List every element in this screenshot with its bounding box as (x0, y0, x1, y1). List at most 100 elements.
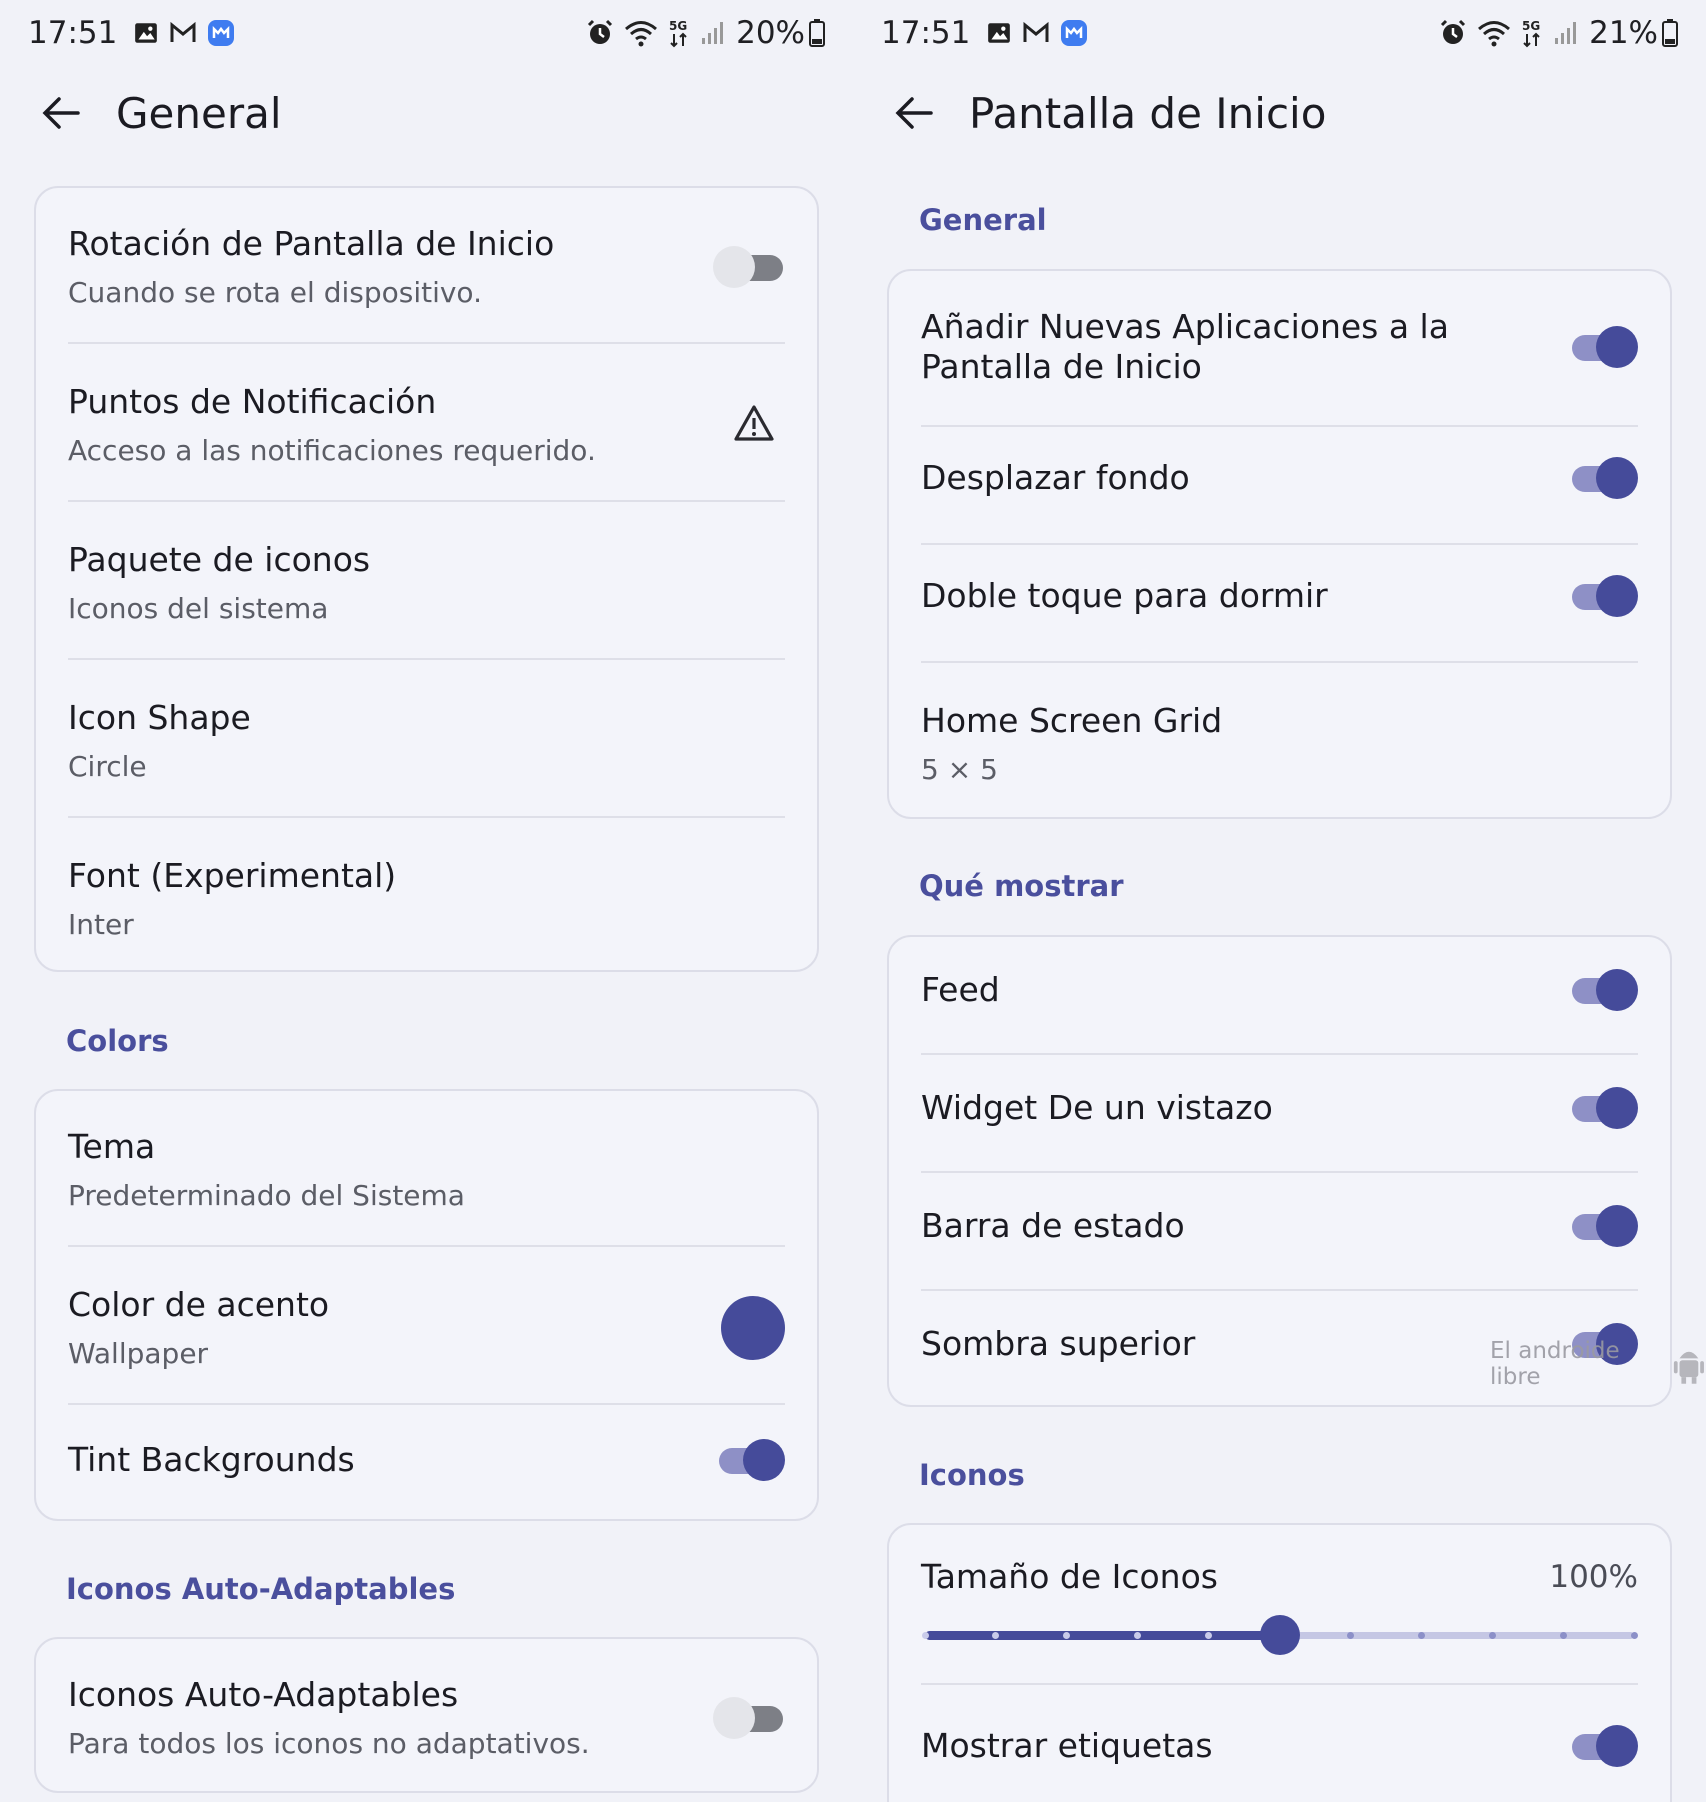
slider-thumb[interactable] (1259, 1615, 1300, 1655)
status-time: 17:51 (881, 15, 971, 51)
messenger-icon (207, 19, 235, 47)
setting-icon-size: Tamaño de Iconos 100% (921, 1557, 1638, 1597)
signal-icon (700, 20, 726, 46)
setting-title: Mostrar etiquetas (921, 1725, 1213, 1765)
home-rotation-switch[interactable] (713, 244, 785, 290)
section-title-what-to-show: Qué mostrar (919, 869, 1124, 903)
divider (921, 425, 1638, 427)
setting-tint-backgrounds[interactable]: Tint Backgrounds (68, 1437, 785, 1483)
arrow-left-icon (42, 97, 80, 129)
android-mascot-icon (1674, 1351, 1705, 1384)
setting-subtitle: Acceso a las notificaciones requerido. (68, 434, 596, 468)
divider (921, 1053, 1638, 1055)
status-bar-switch[interactable] (1566, 1203, 1638, 1249)
warning-icon (733, 404, 775, 446)
setting-title: Tema (68, 1127, 156, 1166)
glance-widget-switch[interactable] (1566, 1085, 1638, 1131)
slider-tick (1559, 1632, 1567, 1639)
show-labels-switch[interactable] (1566, 1723, 1638, 1769)
setting-theme[interactable]: Tema Predeterminado del Sistema (68, 1127, 785, 1212)
double-tap-sleep-switch[interactable] (1566, 573, 1638, 619)
setting-subtitle: Predeterminado del Sistema (68, 1179, 465, 1213)
setting-subtitle: Para todos los iconos no adaptativos. (68, 1727, 590, 1761)
alarm-icon (586, 19, 614, 47)
auto-adaptive-switch[interactable] (713, 1695, 785, 1741)
divider (68, 816, 785, 818)
setting-feed[interactable]: Feed (921, 967, 1638, 1013)
slider-tick (1630, 1632, 1638, 1639)
slider-tick (1488, 1632, 1496, 1639)
setting-home-grid[interactable]: Home Screen Grid 5 × 5 (921, 701, 1638, 786)
home-general-card: Añadir Nuevas Aplicaciones a la Pantalla… (887, 269, 1672, 819)
setting-scroll-wallpaper[interactable]: Desplazar fondo (921, 455, 1638, 501)
gallery-icon (133, 20, 159, 46)
setting-title-line2: Pantalla de Inicio (921, 347, 1202, 387)
setting-title: Doble toque para dormir (921, 575, 1328, 615)
slider-tick (1346, 1632, 1354, 1639)
svg-text:5G: 5G (1522, 19, 1540, 33)
page-title: Pantalla de Inicio (969, 88, 1327, 138)
slider-tick (1417, 1632, 1425, 1639)
tint-backgrounds-switch[interactable] (713, 1437, 785, 1483)
divider (921, 1171, 1638, 1173)
setting-double-tap-sleep[interactable]: Doble toque para dormir (921, 573, 1638, 619)
battery-icon (809, 19, 825, 47)
setting-title: Barra de estado (921, 1205, 1185, 1245)
5g-icon: 5G (1521, 18, 1543, 48)
setting-title: Iconos Auto-Adaptables (68, 1675, 459, 1714)
setting-title: Home Screen Grid (921, 701, 1223, 740)
divider (921, 543, 1638, 545)
gallery-icon (986, 20, 1012, 46)
slider-tick (921, 1632, 929, 1639)
arrow-left-icon (895, 97, 933, 129)
divider (68, 658, 785, 660)
alarm-icon (1439, 19, 1467, 47)
wifi-icon (624, 19, 658, 47)
signal-icon (1553, 20, 1579, 46)
divider (68, 342, 785, 344)
status-bar: 17:51 5G 20% (28, 10, 825, 56)
setting-title-line1: Añadir Nuevas Aplicaciones a la (921, 307, 1449, 346)
setting-subtitle: Circle (68, 750, 147, 784)
svg-text:5G: 5G (669, 19, 687, 33)
setting-status-bar[interactable]: Barra de estado (921, 1203, 1638, 1249)
gmail-icon (1022, 21, 1050, 45)
divider (921, 1289, 1638, 1291)
divider (921, 661, 1638, 663)
battery-percent: 20% (736, 15, 805, 51)
setting-notification-dots[interactable]: Puntos de Notificación Acceso a las noti… (68, 382, 785, 467)
setting-title: Feed (921, 969, 1000, 1009)
setting-font[interactable]: Font (Experimental) Inter (68, 856, 785, 941)
back-button[interactable] (36, 88, 86, 138)
section-title-colors: Colors (66, 1024, 169, 1058)
adaptive-icons-card: Iconos Auto-Adaptables Para todos los ic… (34, 1637, 819, 1793)
add-new-apps-switch[interactable] (1566, 324, 1638, 370)
setting-auto-adaptive-icons[interactable]: Iconos Auto-Adaptables Para todos los ic… (68, 1675, 785, 1760)
setting-title: Puntos de Notificación (68, 382, 437, 421)
setting-add-new-apps[interactable]: Añadir Nuevas Aplicaciones a la Pantalla… (921, 307, 1638, 388)
setting-show-labels[interactable]: Mostrar etiquetas (921, 1723, 1638, 1769)
status-time: 17:51 (28, 15, 118, 51)
setting-title: Tamaño de Iconos (921, 1557, 1218, 1596)
battery-icon (1662, 19, 1678, 47)
app-bar: Pantalla de Inicio (889, 78, 1326, 148)
scroll-wallpaper-switch[interactable] (1566, 455, 1638, 501)
setting-accent-color[interactable]: Color de acento Wallpaper (68, 1285, 785, 1370)
general-settings-screen: 17:51 5G 20% General Rotación de Pantall… (0, 0, 853, 1802)
setting-glance-widget[interactable]: Widget De un vistazo (921, 1085, 1638, 1131)
divider (921, 1683, 1638, 1685)
setting-icon-shape[interactable]: Icon Shape Circle (68, 698, 785, 783)
5g-icon: 5G (668, 18, 690, 48)
setting-subtitle: 5 × 5 (921, 753, 998, 787)
setting-icon-pack[interactable]: Paquete de iconos Iconos del sistema (68, 540, 785, 625)
feed-switch[interactable] (1566, 967, 1638, 1013)
icon-size-slider[interactable] (921, 1615, 1638, 1655)
setting-home-rotation[interactable]: Rotación de Pantalla de Inicio Cuando se… (68, 224, 785, 309)
general-card: Rotación de Pantalla de Inicio Cuando se… (34, 186, 819, 972)
back-button[interactable] (889, 88, 939, 138)
divider (68, 500, 785, 502)
colors-card: Tema Predeterminado del Sistema Color de… (34, 1089, 819, 1521)
divider (68, 1245, 785, 1247)
setting-subtitle: Wallpaper (68, 1337, 209, 1371)
accent-color-swatch[interactable] (721, 1295, 785, 1360)
